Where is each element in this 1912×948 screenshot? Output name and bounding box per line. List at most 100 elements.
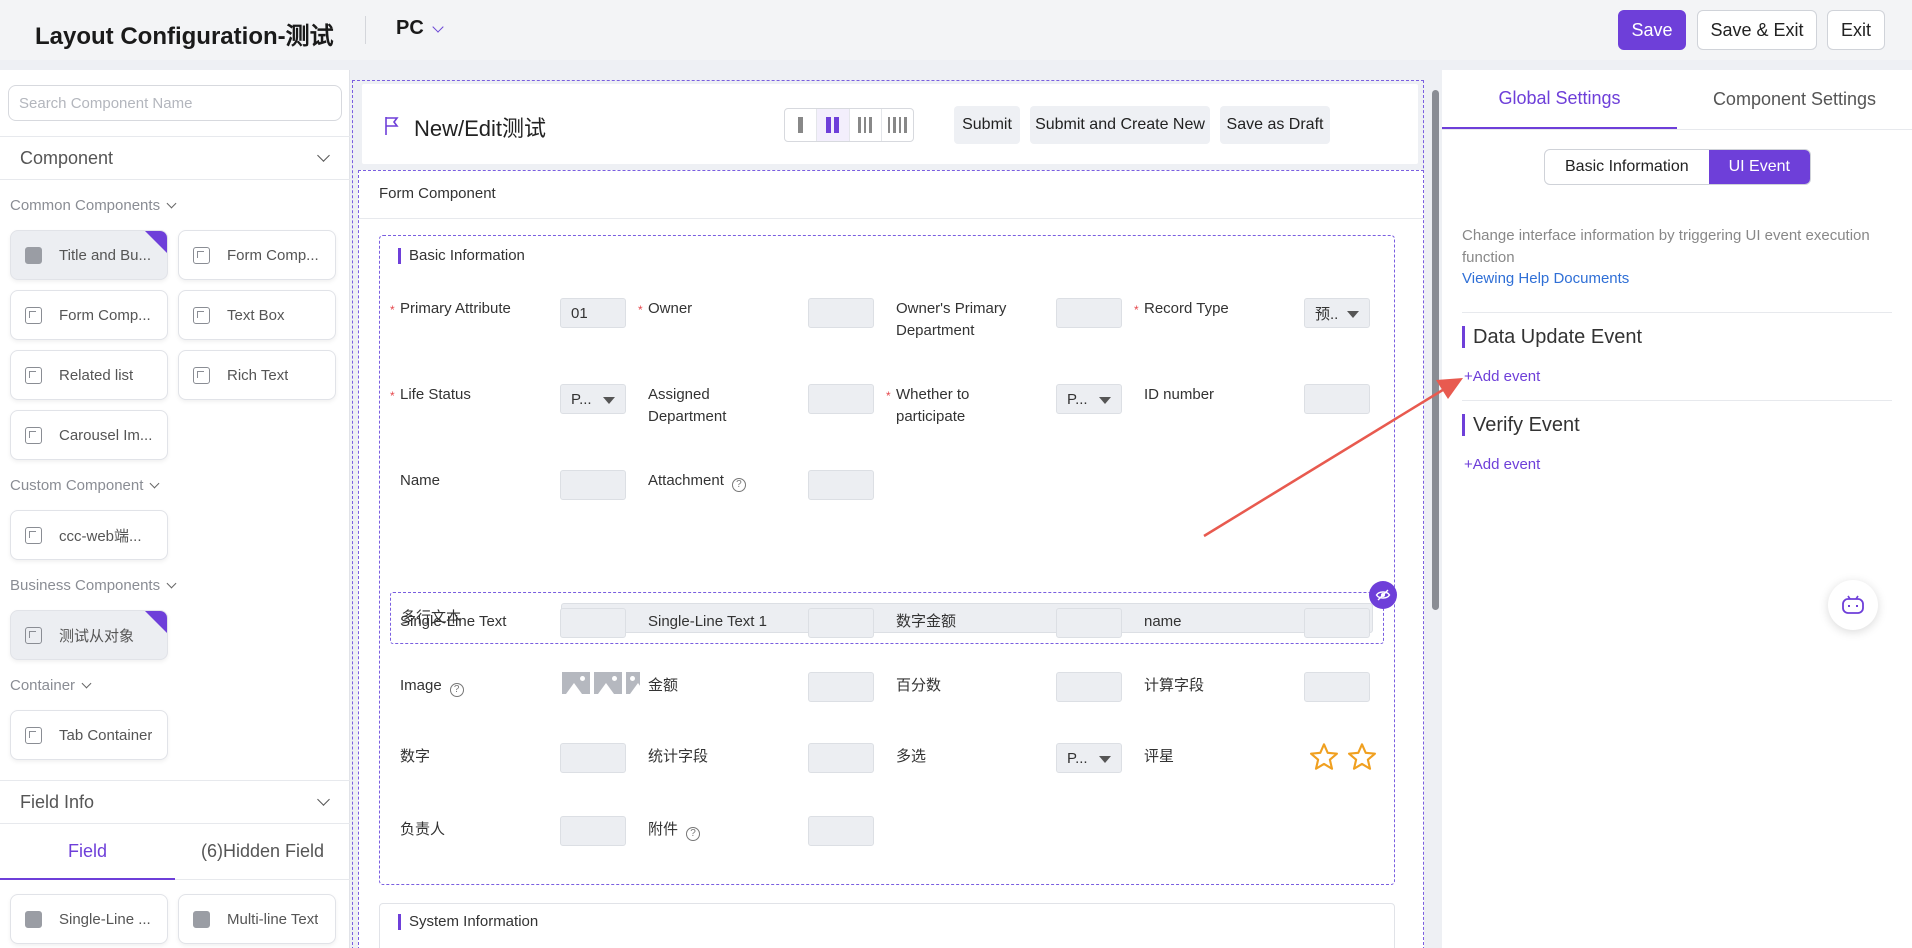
rating-stars[interactable] [1308,741,1378,773]
submit-create-new-button[interactable]: Submit and Create New [1030,106,1210,144]
basic-information-section[interactable]: Basic Information * Primary Attribute 01 … [379,235,1397,885]
tab-component-settings[interactable]: Component Settings [1677,70,1912,129]
select-life-status[interactable]: P... [560,384,626,414]
canvas-scrollbar[interactable] [1430,80,1442,948]
tab-field[interactable]: Field [0,824,175,880]
layout-1-column[interactable] [785,109,818,141]
input-attachment-cn[interactable] [808,816,874,846]
input-primary-attribute[interactable]: 01 [560,298,626,328]
component-section-header[interactable]: Component [0,136,350,180]
system-information-section[interactable]: System Information [379,903,1395,948]
input-calculated[interactable] [1304,672,1370,702]
chevron-down-icon [149,478,160,489]
input-single-line-text-1[interactable] [808,608,874,638]
component-panel: Component Common Components Title and Bu… [0,70,350,948]
star-icon[interactable] [1308,741,1340,773]
input-name[interactable] [560,470,626,500]
chevron-down-icon [432,20,444,33]
exit-button[interactable]: Exit [1827,10,1885,50]
component-rich-text[interactable]: Rich Text [178,350,336,400]
field-info-section-header[interactable]: Field Info [0,780,350,824]
input-statistics[interactable] [808,743,874,773]
data-update-event-title: Data Update Event [1462,326,1642,348]
tab-hidden-field[interactable]: (6)Hidden Field [175,824,350,880]
input-single-line-text[interactable] [560,608,626,638]
segment-ui-event[interactable]: UI Event [1708,150,1810,184]
scrollbar-thumb[interactable] [1432,90,1439,610]
save-exit-button[interactable]: Save & Exit [1697,10,1817,50]
select-whether-to-participate[interactable]: P... [1056,384,1122,414]
field-multi-line[interactable]: Multi-line Text [178,894,336,944]
select-multiselect[interactable]: P... [1056,743,1122,773]
input-percent[interactable] [1056,672,1122,702]
input-number-amount[interactable] [1056,608,1122,638]
input-assigned-department[interactable] [808,384,874,414]
help-icon[interactable]: ? [686,827,701,841]
top-header: Layout Configuration-测试 PC Save Save & E… [0,0,1912,60]
hidden-eye-icon[interactable] [1369,581,1397,609]
layout-4-column[interactable] [882,109,913,141]
device-selector[interactable]: PC [396,17,444,40]
title-and-buttons-component[interactable]: New/Edit测试 Submit Submit and Create New … [362,84,1418,164]
chevron-down-icon [166,578,177,589]
label-text: Life Status [400,386,471,403]
component-title-and-buttons[interactable]: Title and Bu... [10,230,168,280]
save-as-draft-button[interactable]: Save as Draft [1220,106,1330,144]
component-text-box[interactable]: Text Box [178,290,336,340]
image-placeholders[interactable] [562,672,640,694]
component-ccc-web[interactable]: ccc-web端... [10,510,168,560]
help-documents-link[interactable]: Viewing Help Documents [1462,270,1629,287]
input-owner[interactable] [808,298,874,328]
field-label-calculated: 计算字段 [1144,677,1205,694]
field-single-line[interactable]: Single-Line ... [10,894,168,944]
search-input[interactable] [8,85,342,121]
input-amount[interactable] [808,672,874,702]
component-icon [25,426,42,444]
layout-3-column[interactable] [850,109,882,141]
tab-global-settings[interactable]: Global Settings [1442,70,1677,129]
field-label-number: 数字 [400,748,431,765]
required-marker: * [390,303,395,317]
component-form-2[interactable]: Form Comp... [10,290,168,340]
image-icon [626,672,640,694]
common-components-group[interactable]: Common Components [10,197,177,214]
input-attachment[interactable] [808,470,874,500]
page-title: New/Edit测试 [414,116,547,141]
layout-2-column[interactable] [817,109,850,141]
custom-components-group[interactable]: Custom Component [10,477,160,494]
add-data-update-event-button[interactable]: +Add event [1464,368,1540,385]
form-component[interactable]: Form Component Basic Information * Primar… [358,170,1424,948]
component-carousel[interactable]: Carousel Im... [10,410,168,460]
help-icon[interactable]: ? [449,683,464,697]
select-record-type[interactable]: 预.. [1304,298,1370,328]
multiline-text-field[interactable]: 多行文本 [390,581,1397,644]
component-related-list[interactable]: Related list [10,350,168,400]
submit-button[interactable]: Submit [954,106,1020,144]
save-button[interactable]: Save [1618,10,1686,50]
component-label: Carousel Im... [59,426,153,444]
component-label: Tab Container [59,726,153,744]
settings-panel: Global Settings Component Settings Basic… [1442,70,1912,948]
input-name-lower[interactable] [1304,608,1370,638]
segment-basic-information[interactable]: Basic Information [1545,150,1709,184]
paragraph-icon [193,910,210,928]
input-number[interactable] [560,743,626,773]
field-label-rating: 评星 [1144,748,1175,765]
input-owners-primary-department[interactable] [1056,298,1122,328]
component-test-child-object[interactable]: 测试从对象 [10,610,168,660]
component-label: Form Comp... [59,306,151,324]
component-form-1[interactable]: Form Comp... [178,230,336,280]
component-tab-container[interactable]: Tab Container [10,710,168,760]
group-label: Business Components [10,577,161,594]
component-icon [193,366,210,384]
settings-segment: Basic Information UI Event [1544,149,1811,185]
help-icon[interactable]: ? [731,478,746,492]
container-group[interactable]: Container [10,677,92,694]
add-verify-event-button[interactable]: +Add event [1464,456,1540,473]
assistant-bot-button[interactable] [1828,580,1878,630]
input-id-number[interactable] [1304,384,1370,414]
star-icon[interactable] [1346,741,1378,773]
business-components-group[interactable]: Business Components [10,577,177,594]
input-owner-cn[interactable] [560,816,626,846]
field-label-statistics: 统计字段 [648,748,709,765]
